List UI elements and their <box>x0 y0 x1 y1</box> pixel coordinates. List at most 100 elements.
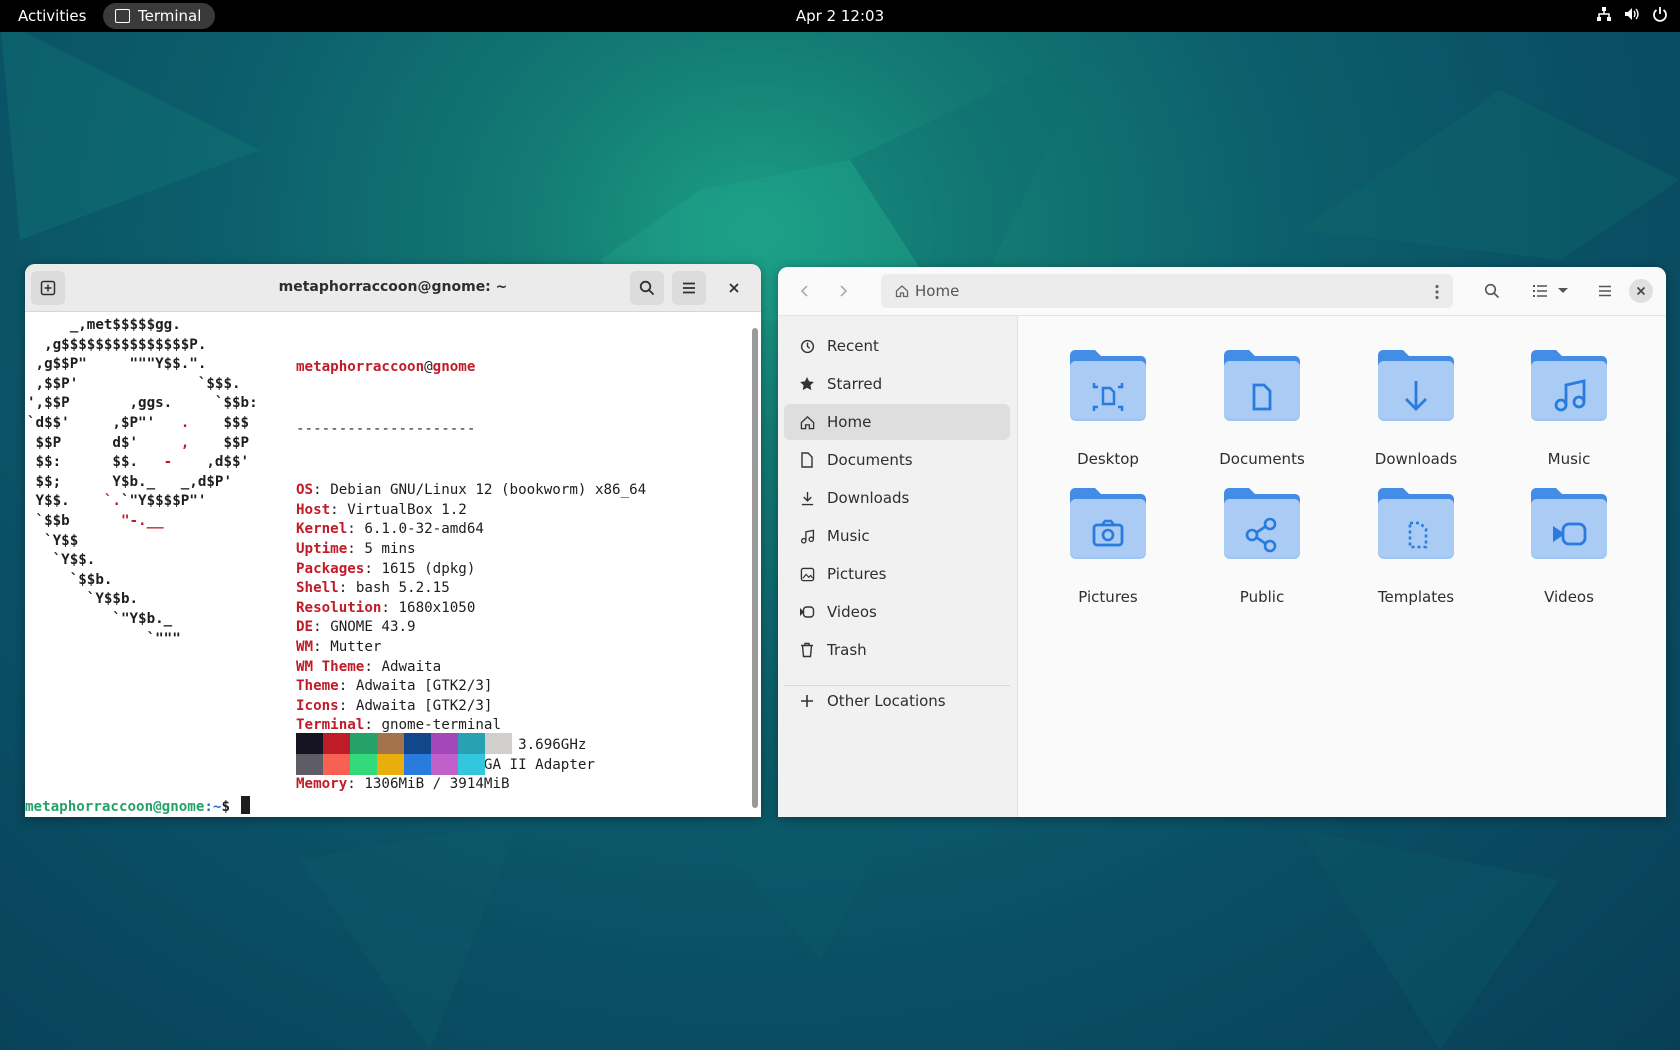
folder-desktop[interactable]: Desktop <box>1033 347 1183 477</box>
network-icon[interactable] <box>1596 6 1612 22</box>
sidebar-item-videos[interactable]: Videos <box>784 594 1010 630</box>
list-view-icon <box>1533 285 1547 297</box>
sidebar-item-trash[interactable]: Trash <box>784 632 1010 668</box>
info-line: Theme: Adwaita [GTK2/3] <box>296 678 493 695</box>
logo-accent: `. <box>103 493 121 510</box>
info-line: Kernel: 6.1.0-32-amd64 <box>296 521 484 538</box>
sidebar-item-recent[interactable]: Recent <box>784 328 1010 364</box>
logo-line: `""" <box>27 630 181 647</box>
search-icon <box>639 280 655 296</box>
folder-videos[interactable]: Videos <box>1494 485 1644 615</box>
logo-accent: , <box>180 434 190 451</box>
terminal-scrollbar[interactable] <box>752 328 758 808</box>
trash-icon <box>799 642 815 658</box>
home-icon <box>799 414 815 430</box>
hamburger-icon <box>683 282 695 294</box>
user-name: metaphorraccoon <box>296 359 425 375</box>
clock[interactable]: Apr 2 12:03 <box>796 7 884 25</box>
host-name: gnome <box>432 359 476 375</box>
logo-line: _,met$$$$$gg. <box>27 317 181 333</box>
folder-downloads[interactable]: Downloads <box>1341 347 1491 477</box>
sidebar-item-documents[interactable]: Documents <box>784 442 1010 478</box>
logo-line: ,$$P' `$$$. <box>27 375 241 392</box>
sidebar-item-starred[interactable]: Starred <box>784 366 1010 402</box>
top-bar: Activities Terminal Apr 2 12:03 <box>0 0 1680 32</box>
logo-line: ,g$$$$$$$$$$$$$$$P. <box>27 336 207 353</box>
info-line: Terminal: gnome-terminal <box>296 717 502 734</box>
info-key: Shell <box>296 580 339 597</box>
folder-label: Videos <box>1544 588 1594 606</box>
info-line: Shell: bash 5.2.15 <box>296 580 450 597</box>
sidebar-item-label: Starred <box>827 375 883 393</box>
palette-swatch <box>458 733 485 754</box>
activities-button[interactable]: Activities <box>18 7 86 25</box>
templates-folder-icon <box>1378 488 1454 559</box>
sidebar-item-label: Pictures <box>827 565 887 583</box>
view-options-button[interactable] <box>1553 274 1573 308</box>
folder-pictures[interactable]: Pictures <box>1033 485 1183 615</box>
info-line: WM Theme: Adwaita <box>296 658 442 675</box>
info-key: Packages <box>296 560 365 577</box>
info-value: Adwaita [GTK2/3] <box>355 678 493 695</box>
volume-icon[interactable] <box>1624 6 1640 22</box>
palette-swatch <box>296 754 323 775</box>
palette-swatch <box>323 733 350 754</box>
info-line: Packages: 1615 (dpkg) <box>296 560 476 577</box>
folder-public[interactable]: Public <box>1187 485 1337 615</box>
terminal-window[interactable]: metaphorraccoon@gnome: ~ _,met$$$$$gg. ,… <box>25 264 761 817</box>
video-icon <box>799 604 815 620</box>
files-search-button[interactable] <box>1475 274 1509 308</box>
folder-label: Desktop <box>1077 450 1139 468</box>
home-icon <box>895 285 909 298</box>
files-headerbar[interactable]: Home <box>778 267 1666 316</box>
shell-prompt[interactable]: metaphorraccoon@gnome:~$ <box>25 796 250 817</box>
folder-templates[interactable]: Templates <box>1341 485 1491 615</box>
power-icon[interactable] <box>1652 6 1668 22</box>
logo-line: `Y$$. <box>27 552 96 569</box>
system-tray[interactable] <box>1596 6 1668 22</box>
sidebar-item-music[interactable]: Music <box>784 518 1010 554</box>
info-key: Host <box>296 501 331 518</box>
palette-swatch <box>377 733 404 754</box>
info-line: WM: Mutter <box>296 638 382 655</box>
download-icon <box>799 490 815 506</box>
files-menu-button[interactable] <box>1588 274 1622 308</box>
files-window[interactable]: Home Recent Starred Home Documents Downloads… <box>778 267 1666 817</box>
back-button[interactable] <box>788 274 822 308</box>
documents-folder-icon <box>1224 350 1300 421</box>
info-key: Kernel <box>296 521 348 538</box>
close-icon <box>1636 286 1646 296</box>
new-tab-button[interactable] <box>31 271 65 305</box>
terminal-output[interactable]: _,met$$$$$gg. ,g$$$$$$$$$$$$$$$P. ,g$$P"… <box>25 312 745 817</box>
videos-folder-icon <box>1531 488 1607 559</box>
info-line: OS: Debian GNU/Linux 12 (bookworm) x86_6… <box>296 482 647 499</box>
info-value: VirtualBox 1.2 <box>347 501 467 518</box>
terminal-headerbar[interactable]: metaphorraccoon@gnome: ~ <box>25 264 761 312</box>
terminal-menu-button[interactable] <box>672 271 706 305</box>
sidebar-item-pictures[interactable]: Pictures <box>784 556 1010 592</box>
forward-button[interactable] <box>826 274 860 308</box>
sidebar-item-other-locations[interactable]: Other Locations <box>784 683 1010 719</box>
info-line: Memory: 1306MiB / 3914MiB <box>296 776 510 793</box>
logo-line: `$$b "-.__ <box>27 512 164 529</box>
folder-documents[interactable]: Documents <box>1187 347 1337 477</box>
prompt-user-host: metaphorraccoon@gnome <box>25 799 205 815</box>
location-label: Home <box>915 282 960 300</box>
files-close-button[interactable] <box>1629 279 1653 303</box>
logo-accent: "-.__ <box>120 512 164 529</box>
terminal-search-button[interactable] <box>630 271 664 305</box>
logo-accent: - <box>163 454 173 471</box>
info-value: Adwaita <box>381 658 442 675</box>
list-view-button[interactable] <box>1529 274 1551 308</box>
folder-label: Pictures <box>1078 588 1138 606</box>
app-menu-button[interactable]: Terminal <box>103 3 216 29</box>
folder-label: Downloads <box>1374 450 1458 468</box>
location-bar[interactable]: Home <box>881 274 1453 308</box>
sidebar-item-downloads[interactable]: Downloads <box>784 480 1010 516</box>
terminal-close-button[interactable] <box>717 271 751 305</box>
kebab-menu-icon[interactable] <box>1435 284 1439 300</box>
sidebar-item-home[interactable]: Home <box>784 404 1010 440</box>
logo-line: Y$$. `.`"Y$$$$P"' <box>27 493 207 510</box>
star-icon <box>799 376 815 392</box>
folder-music[interactable]: Music <box>1494 347 1644 477</box>
